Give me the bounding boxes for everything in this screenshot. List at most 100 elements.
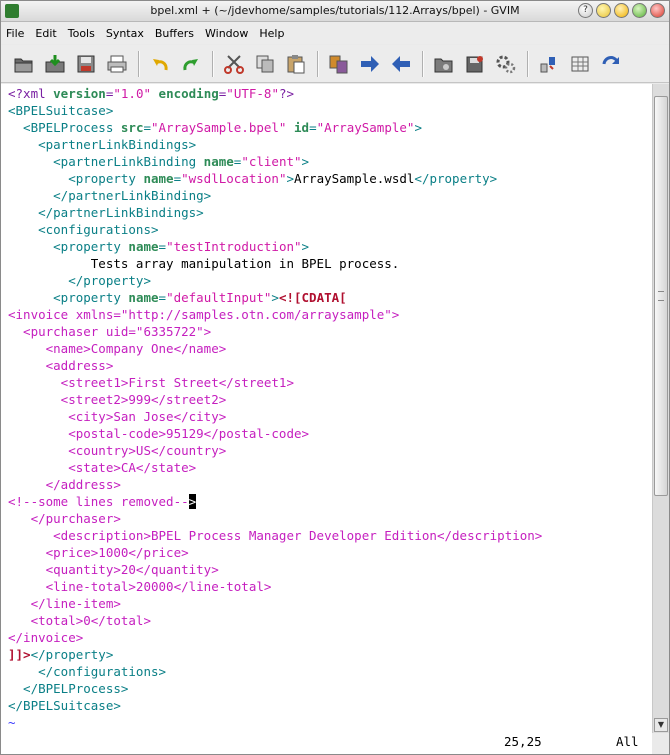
tag-jump-icon[interactable] [596,49,626,79]
menu-buffers[interactable]: Buffers [155,27,194,40]
code-line[interactable]: <street1>First Street</street1> [8,374,294,391]
code-line[interactable]: <total>0</total> [8,612,151,629]
help-window-icon[interactable]: ? [578,3,593,18]
code-line[interactable]: <property name="defaultInput"><![CDATA[ [8,289,347,306]
code-token: <address> [8,358,114,373]
copy-icon[interactable] [250,49,280,79]
code-token: <description>BPEL Process Manager Develo… [8,528,543,543]
code-line[interactable]: </purchaser> [8,510,121,527]
code-line[interactable]: <description>BPEL Process Manager Develo… [8,527,542,544]
code-line[interactable]: <purchaser uid="6335722"> [8,323,211,340]
code-line[interactable]: </BPELProcess> [8,680,128,697]
code-token: > [286,171,294,186]
code-token: </property> [30,647,114,662]
menu-window[interactable]: Window [205,27,248,40]
menu-syntax[interactable]: Syntax [106,27,144,40]
paste-icon[interactable] [281,49,311,79]
vertical-scrollbar[interactable]: ▼ [652,84,669,733]
find-replace-icon[interactable] [324,49,354,79]
menu-bar: File Edit Tools Syntax Buffers Window He… [1,22,669,44]
save-all-icon[interactable] [71,49,101,79]
code-token: <property [8,171,144,186]
code-line[interactable]: </partnerLinkBinding> [8,187,211,204]
menu-edit[interactable]: Edit [35,27,56,40]
toolbar-separator [527,50,529,77]
code-token: "client" [241,154,302,169]
code-line[interactable]: <property name="wsdlLocation">ArraySampl… [8,170,497,187]
code-line[interactable]: <city>San Jose</city> [8,408,226,425]
code-token: > [301,239,310,254]
save-session-icon[interactable] [460,49,490,79]
make-icon[interactable] [534,49,564,79]
code-line[interactable]: </configurations> [8,663,166,680]
code-line[interactable]: <BPELProcess src="ArraySample.bpel" id="… [8,119,422,136]
undo-icon[interactable] [145,49,175,79]
code-token: <partnerLinkBindings> [8,137,197,152]
code-line[interactable]: <state>CA</state> [8,459,196,476]
code-line[interactable]: <invoice xmlns="http://samples.otn.com/a… [8,306,399,323]
code-token: "UTF-8" [226,86,279,101]
code-line[interactable]: <partnerLinkBinding name="client"> [8,153,309,170]
close-window-icon[interactable] [650,3,665,18]
code-line[interactable]: <postal-code>95129</postal-code> [8,425,309,442]
code-line[interactable]: <!--some lines removed--> [8,493,197,510]
code-token: name [128,290,159,305]
code-token: Tests array manipulation in BPEL process… [8,256,400,271]
toolbar-separator [138,50,140,77]
find-previous-icon[interactable] [386,49,416,79]
title-bar[interactable]: bpel.xml + (~/jdevhome/samples/tutorials… [1,1,669,22]
code-line[interactable]: </property> [8,272,151,289]
print-icon[interactable] [102,49,132,79]
code-token: <invoice xmlns="http://samples.otn.com/a… [8,307,400,322]
code-token: <property [8,239,129,254]
code-token: name [128,239,159,254]
code-line[interactable]: <address> [8,357,114,374]
load-session-icon[interactable] [429,49,459,79]
menu-tools[interactable]: Tools [68,27,95,40]
maximize-window-icon[interactable] [632,3,647,18]
code-token: name [143,171,174,186]
scroll-down-arrow-icon[interactable]: ▼ [654,718,668,732]
code-line[interactable]: ]]></property> [8,646,113,663]
code-line[interactable]: </BPELSuitcase> [8,697,121,714]
code-line[interactable]: <?xml version="1.0" encoding="UTF-8"?> [8,85,294,102]
shell-icon[interactable] [565,49,595,79]
code-token: "1.0" [113,86,152,101]
find-next-icon[interactable] [355,49,385,79]
code-line[interactable]: <BPELSuitcase> [8,102,113,119]
menu-help[interactable]: Help [259,27,284,40]
code-line[interactable]: <configurations> [8,221,159,238]
code-line[interactable]: <line-total>20000</line-total> [8,578,272,595]
save-icon[interactable] [40,49,70,79]
window-controls: ? [578,3,665,18]
run-script-icon[interactable] [491,49,521,79]
code-token: </partnerLinkBindings> [8,205,204,220]
code-line[interactable]: </line-item> [8,595,121,612]
code-token: id [294,120,310,135]
code-line[interactable]: <quantity>20</quantity> [8,561,219,578]
minimize-window-icon[interactable] [614,3,629,18]
code-line[interactable]: ~ [8,714,16,731]
code-line[interactable]: </address> [8,476,121,493]
code-line[interactable]: Tests array manipulation in BPEL process… [8,255,400,272]
code-line[interactable]: </partnerLinkBindings> [8,204,204,221]
scrollbar-thumb[interactable] [654,96,668,496]
code-line[interactable]: <property name="testIntroduction"> [8,238,309,255]
code-line[interactable]: <country>US</country> [8,442,226,459]
code-token: = [309,120,317,135]
code-line[interactable]: <street2>999</street2> [8,391,227,408]
code-line[interactable]: <price>1000</price> [8,544,189,561]
code-line[interactable]: <name>Company One</name> [8,340,227,357]
code-token: > [301,154,310,169]
code-line[interactable]: </invoice> [8,629,83,646]
code-line[interactable]: <partnerLinkBindings> [8,136,196,153]
menu-file[interactable]: File [6,27,24,40]
code-token: </property> [414,171,498,186]
code-token: </partnerLinkBinding> [8,188,212,203]
cut-icon[interactable] [219,49,249,79]
redo-icon[interactable] [176,49,206,79]
shade-window-icon[interactable] [596,3,611,18]
code-token: <configurations> [8,222,159,237]
text-editor[interactable]: <?xml version="1.0" encoding="UTF-8"?> <B… [1,84,652,733]
open-icon[interactable] [9,49,39,79]
